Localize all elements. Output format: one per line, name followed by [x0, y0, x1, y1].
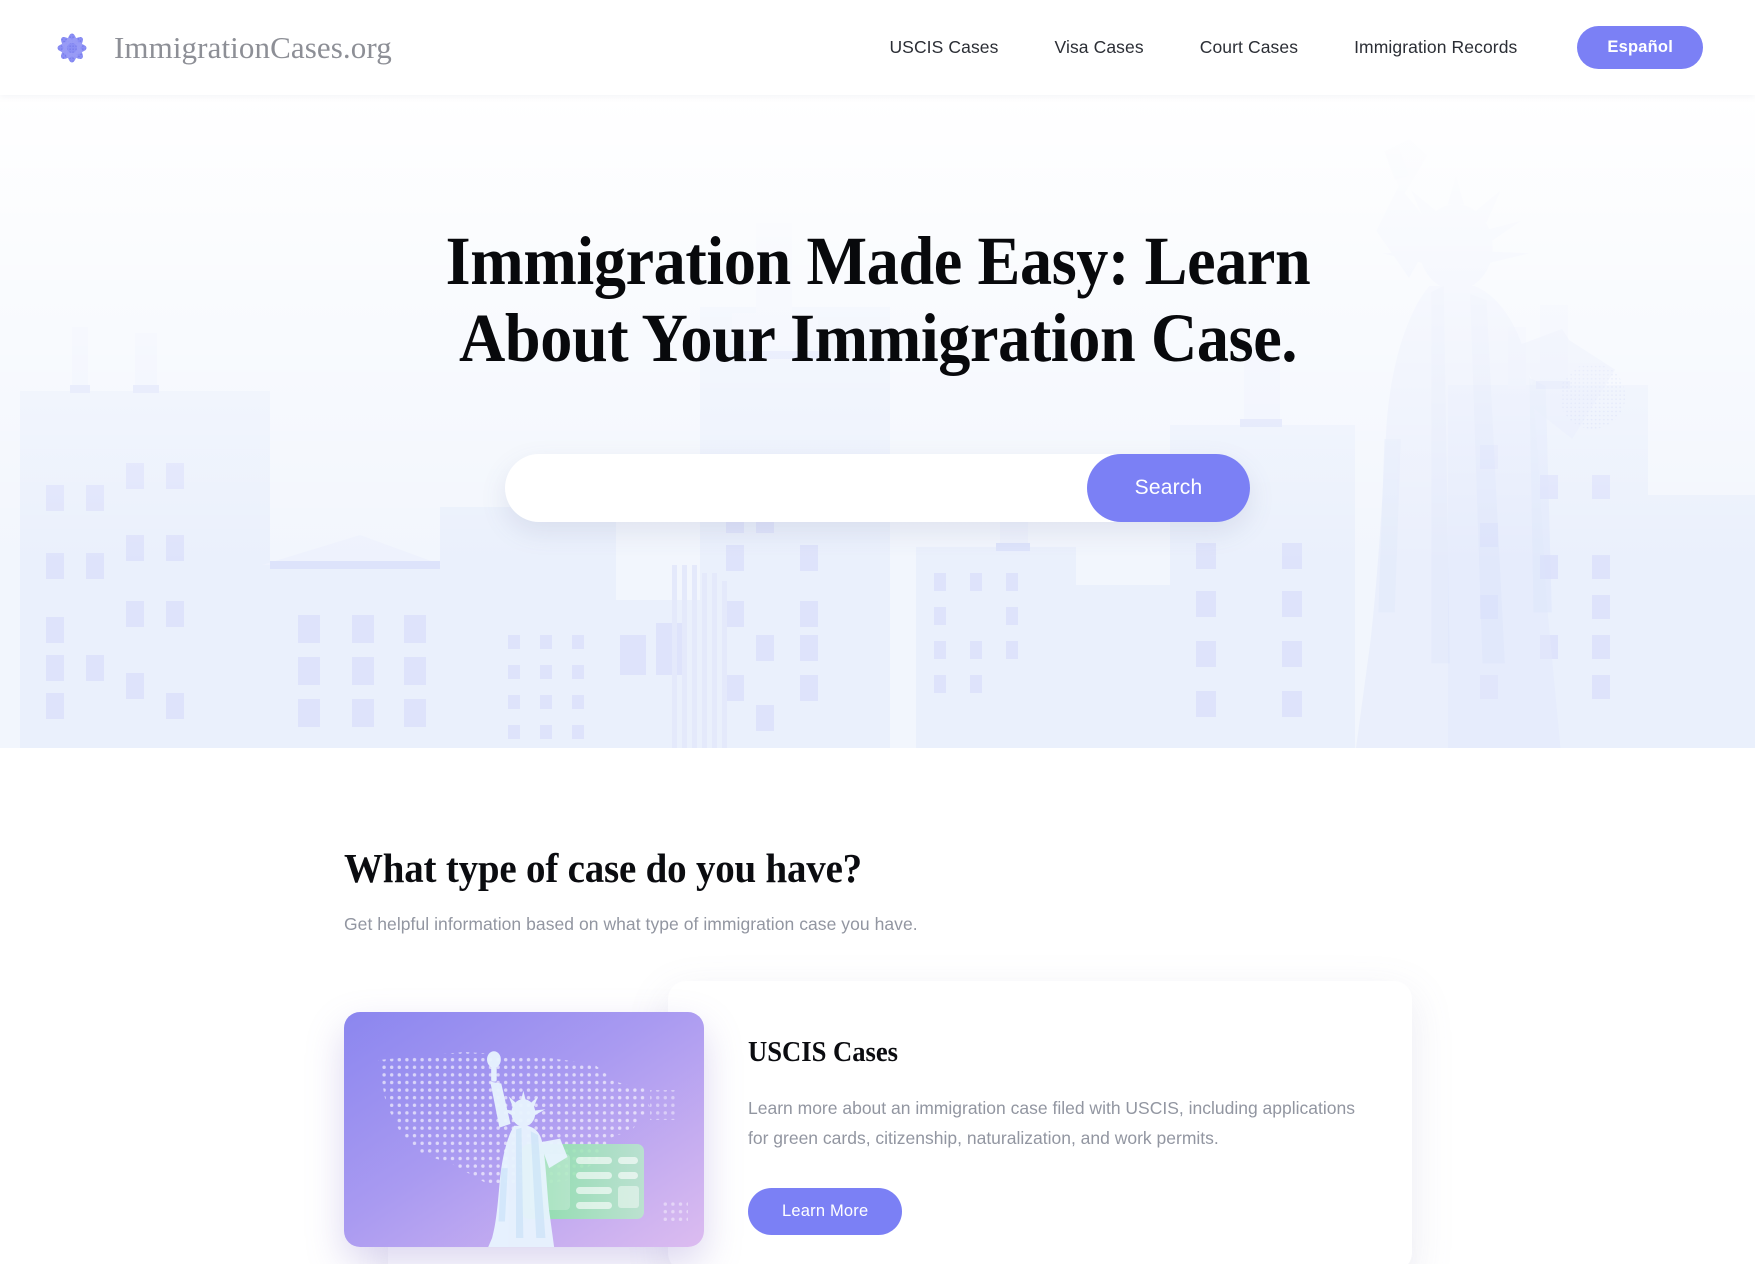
page-root: ImmigrationCases.org USCIS Cases Visa Ca…	[0, 0, 1755, 1264]
hero-content: Immigration Made Easy: Learn About Your …	[0, 95, 1755, 522]
case-types-header: What type of case do you have? Get helpf…	[0, 844, 1755, 935]
main-navigation: USCIS Cases Visa Cases Court Cases Immig…	[861, 26, 1703, 69]
case-card-title: USCIS Cases	[748, 1037, 899, 1068]
brand-name: ImmigrationCases.org	[114, 29, 392, 65]
nav-item-court-cases[interactable]: Court Cases	[1172, 27, 1326, 68]
nav-item-uscis-cases[interactable]: USCIS Cases	[861, 27, 1026, 68]
site-header: ImmigrationCases.org USCIS Cases Visa Ca…	[0, 0, 1755, 95]
hero-search-bar: Search	[505, 453, 1250, 522]
search-button[interactable]: Search	[1087, 453, 1250, 522]
case-card-description: Learn more about an immigration case fil…	[748, 1098, 1355, 1149]
case-types-subtitle: Get helpful information based on what ty…	[344, 914, 918, 934]
flower-logo-icon	[46, 22, 98, 74]
case-card-illustration	[344, 1012, 704, 1247]
hero-section: Immigration Made Easy: Learn About Your …	[0, 95, 1755, 748]
learn-more-button[interactable]: Learn More	[748, 1188, 903, 1236]
case-types-title: What type of case do you have?	[344, 845, 862, 891]
nav-item-visa-cases[interactable]: Visa Cases	[1027, 27, 1172, 68]
case-types-section: What type of case do you have? Get helpf…	[0, 748, 1755, 1264]
case-card-uscis[interactable]: USCIS Cases Learn more about an immigrat…	[668, 981, 1412, 1264]
hero-title: Immigration Made Easy: Learn About Your …	[445, 223, 1310, 377]
brand-logo-link[interactable]: ImmigrationCases.org	[46, 22, 392, 74]
case-card-row: USCIS Cases Learn more about an immigrat…	[0, 981, 1755, 1264]
nav-item-immigration-records[interactable]: Immigration Records	[1326, 27, 1545, 68]
language-toggle-button[interactable]: Español	[1577, 26, 1703, 69]
